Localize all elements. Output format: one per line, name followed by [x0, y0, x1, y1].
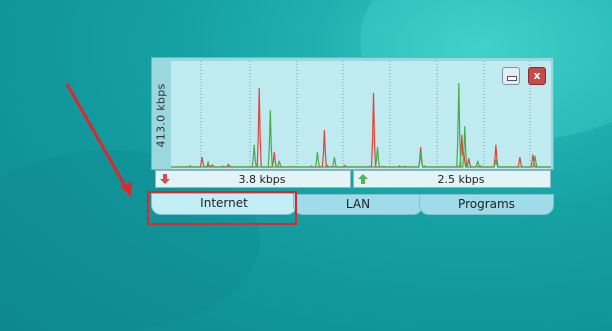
- tab-programs[interactable]: Programs: [419, 194, 554, 215]
- download-speed-value: 3.8 kbps: [238, 173, 286, 186]
- download-speed-box: 3.8 kbps: [155, 170, 351, 188]
- traffic-chart: [171, 61, 551, 169]
- upload-arrow-icon: [358, 174, 368, 184]
- download-series-line: [171, 87, 551, 169]
- traffic-graph: [171, 61, 551, 169]
- graph-frame: 413.0 kbps x: [151, 57, 554, 170]
- upload-speed-box: 2.5 kbps: [353, 170, 551, 188]
- download-arrow-icon: [160, 174, 170, 184]
- tab-lan[interactable]: LAN: [293, 194, 423, 215]
- minimize-icon[interactable]: [502, 67, 520, 85]
- speed-row: 3.8 kbps 2.5 kbps: [155, 170, 551, 189]
- upload-speed-value: 2.5 kbps: [437, 173, 485, 186]
- y-axis-label: 413.0 kbps: [154, 82, 168, 148]
- annotation-highlight-box: [147, 191, 297, 225]
- close-icon[interactable]: x: [528, 67, 546, 85]
- upload-series-line: [171, 82, 551, 168]
